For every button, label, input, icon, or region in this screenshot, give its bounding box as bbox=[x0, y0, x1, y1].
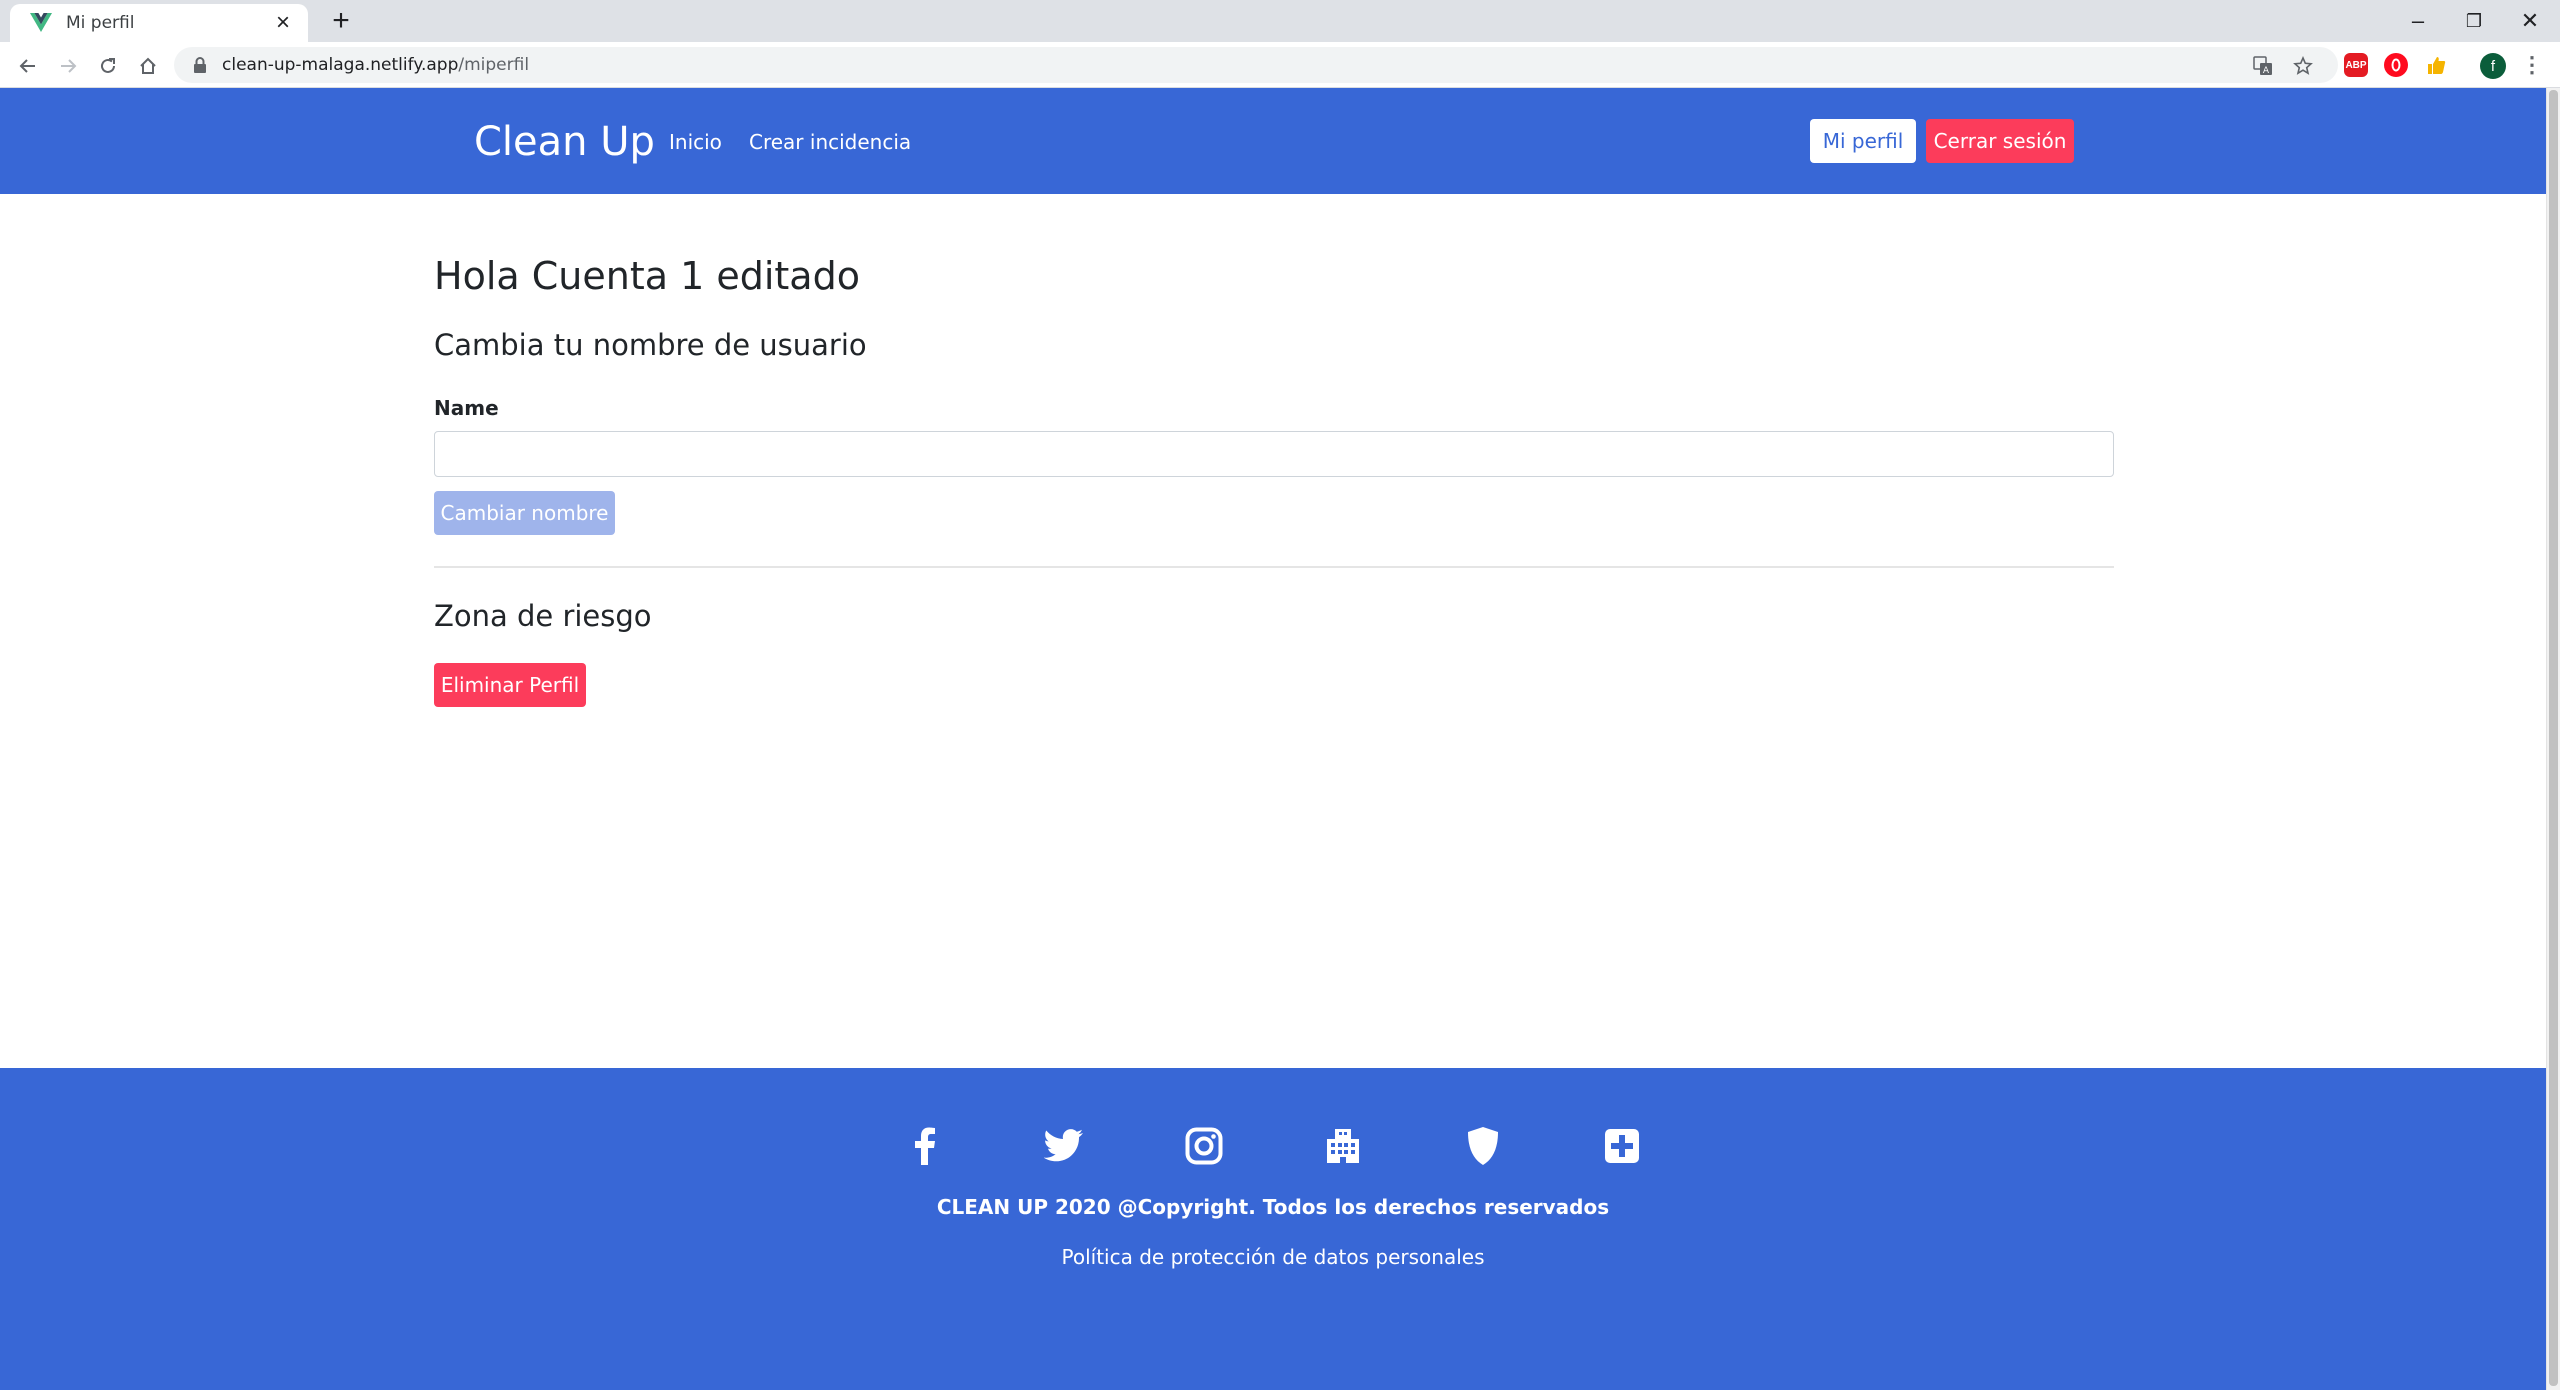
name-label: Name bbox=[434, 396, 499, 420]
home-icon[interactable] bbox=[132, 50, 164, 82]
vue-favicon-icon bbox=[28, 10, 54, 36]
url-host: clean-up-malaga.netlify.app bbox=[222, 55, 459, 75]
nav-link-inicio[interactable]: Inicio bbox=[669, 130, 722, 154]
logout-button[interactable]: Cerrar sesión bbox=[1926, 119, 2074, 163]
nav-link-crear-incidencia[interactable]: Crear incidencia bbox=[749, 130, 911, 154]
url-text: clean-up-malaga.netlify.app/miperfil bbox=[222, 55, 529, 75]
shield-icon[interactable] bbox=[1461, 1124, 1505, 1168]
opera-shield-icon[interactable] bbox=[2384, 53, 2408, 77]
change-name-button[interactable]: Cambiar nombre bbox=[434, 491, 615, 535]
instagram-icon[interactable] bbox=[1182, 1124, 1226, 1168]
translate-icon[interactable]: A bbox=[2252, 55, 2274, 77]
section-divider bbox=[434, 566, 2114, 568]
building-icon[interactable] bbox=[1321, 1124, 1365, 1168]
site-navbar: Clean Up Inicio Crear incidencia Mi perf… bbox=[0, 88, 2546, 194]
url-path: /miperfil bbox=[458, 55, 530, 75]
bookmark-star-icon[interactable] bbox=[2292, 55, 2314, 77]
browser-tab[interactable]: Mi perfil × bbox=[10, 4, 308, 42]
restore-icon[interactable]: ❐ bbox=[2446, 4, 2502, 38]
browser-toolbar: clean-up-malaga.netlify.app/miperfil A A… bbox=[0, 42, 2560, 88]
back-icon[interactable] bbox=[12, 50, 44, 82]
thumbs-up-extension-icon[interactable] bbox=[2424, 53, 2448, 77]
scrollbar-thumb[interactable] bbox=[2549, 90, 2558, 1386]
close-tab-icon[interactable]: × bbox=[270, 10, 296, 36]
forward-icon[interactable] bbox=[52, 50, 84, 82]
tab-title: Mi perfil bbox=[66, 13, 135, 33]
facebook-icon[interactable] bbox=[903, 1124, 947, 1168]
delete-profile-button[interactable]: Eliminar Perfil bbox=[434, 663, 586, 707]
change-name-heading: Cambia tu nombre de usuario bbox=[434, 328, 867, 362]
browser-tabstrip: Mi perfil × + – ❐ ✕ bbox=[0, 0, 2560, 42]
adblock-plus-icon[interactable]: ABP bbox=[2344, 53, 2368, 77]
profile-button[interactable]: Mi perfil bbox=[1810, 119, 1916, 163]
plus-square-icon[interactable] bbox=[1600, 1124, 1644, 1168]
site-footer: CLEAN UP 2020 @Copyright. Todos los dere… bbox=[0, 1068, 2546, 1390]
copyright-text: CLEAN UP 2020 @Copyright. Todos los dere… bbox=[936, 1195, 1610, 1219]
profile-avatar[interactable]: f bbox=[2480, 53, 2506, 79]
risk-zone-heading: Zona de riesgo bbox=[434, 599, 652, 633]
new-tab-icon[interactable]: + bbox=[324, 4, 358, 38]
svg-text:A: A bbox=[2263, 66, 2270, 76]
brand-logo[interactable]: Clean Up bbox=[474, 119, 655, 165]
address-bar[interactable]: clean-up-malaga.netlify.app/miperfil A bbox=[174, 47, 2338, 83]
minimize-icon[interactable]: – bbox=[2390, 4, 2446, 38]
more-menu-icon[interactable]: ⋮ bbox=[2520, 52, 2544, 77]
page-title: Hola Cuenta 1 editado bbox=[434, 254, 860, 298]
close-window-icon[interactable]: ✕ bbox=[2502, 4, 2558, 38]
lock-icon bbox=[190, 55, 210, 75]
reload-icon[interactable] bbox=[92, 50, 124, 82]
name-input[interactable] bbox=[434, 431, 2114, 477]
twitter-icon[interactable] bbox=[1042, 1124, 1086, 1168]
page-scrollbar[interactable] bbox=[2546, 88, 2560, 1390]
privacy-policy-link[interactable]: Política de protección de datos personal… bbox=[0, 1245, 2546, 1269]
